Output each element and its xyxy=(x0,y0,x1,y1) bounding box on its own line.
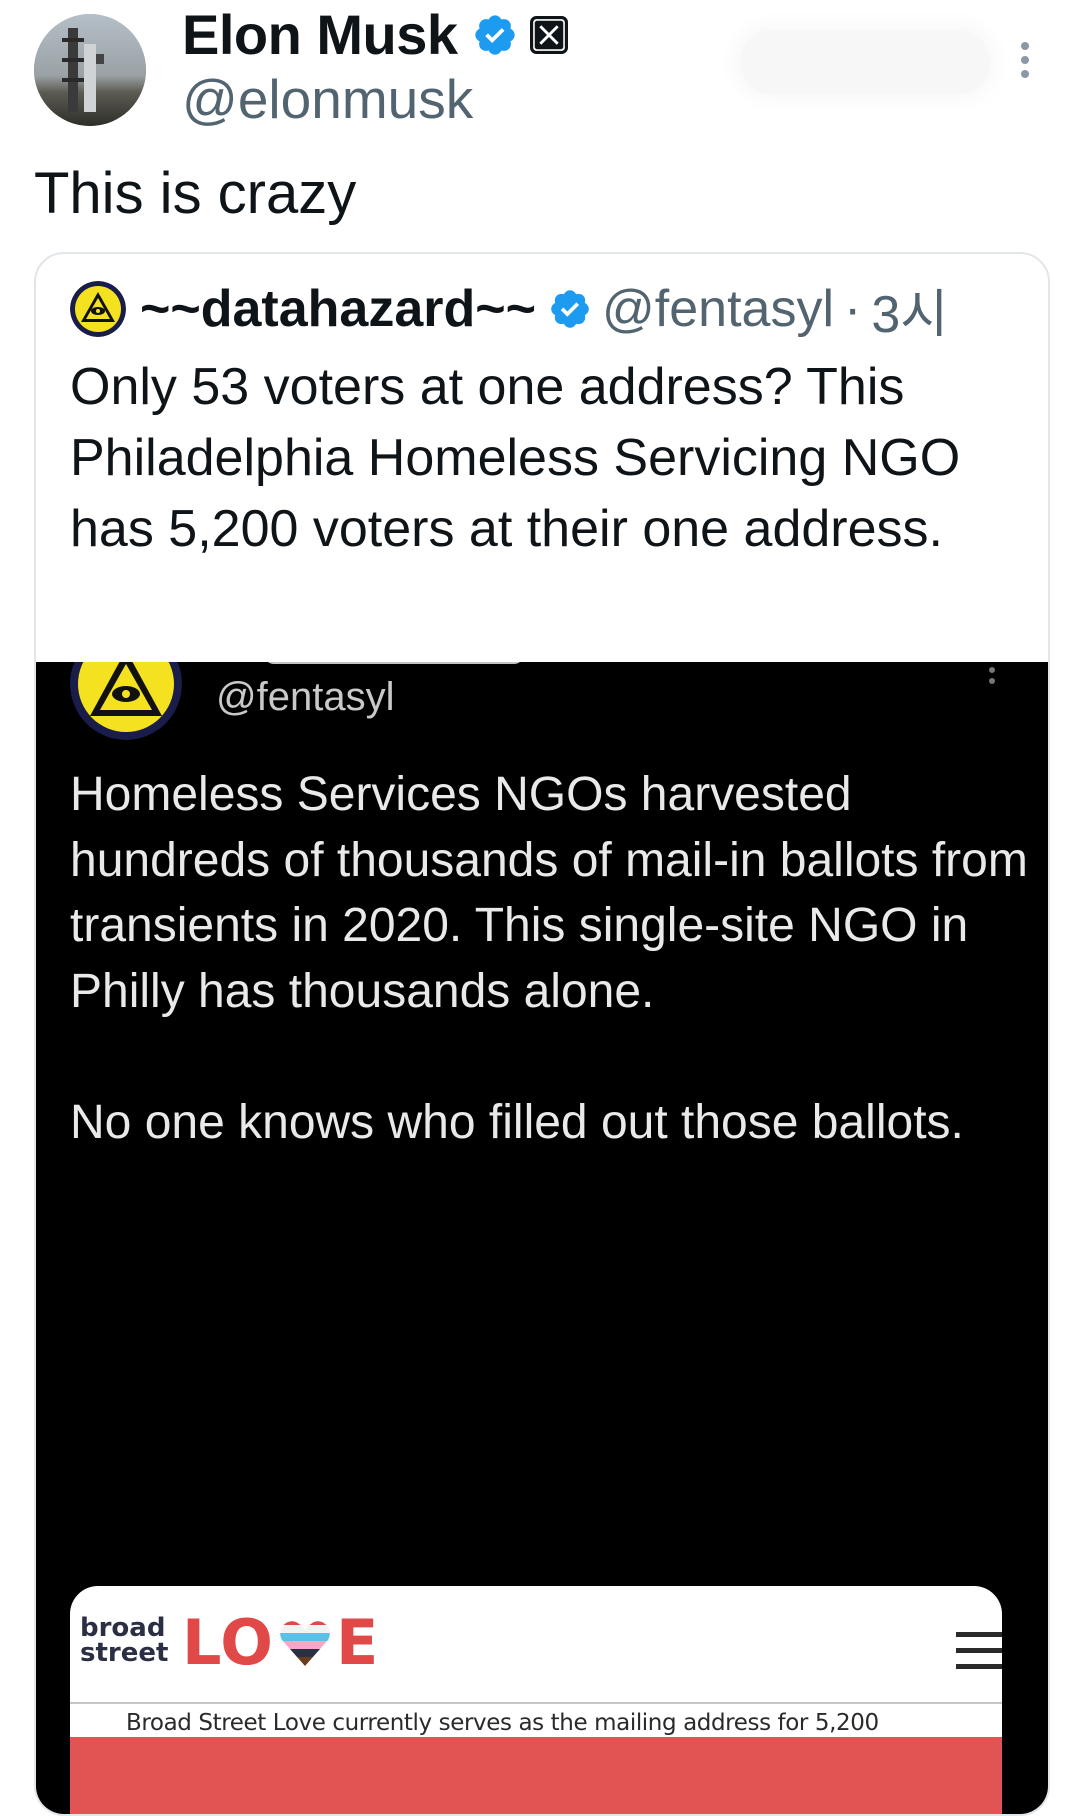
author-name-row[interactable]: Elon Musk xyxy=(182,2,568,68)
more-vertical-icon[interactable] xyxy=(1010,38,1040,82)
hamburger-menu-icon xyxy=(956,1632,1002,1669)
quote-timestamp[interactable]: 3시 xyxy=(871,272,948,347)
blurred-follow-button[interactable] xyxy=(740,30,990,94)
x-logo-icon xyxy=(529,16,568,54)
quote-media-image[interactable]: @fentasyl Homeless Services NGOs harvest… xyxy=(36,662,1048,1814)
verified-badge-icon xyxy=(551,290,589,328)
site-logo-line2: street xyxy=(80,1638,169,1668)
tweet-text: This is crazy xyxy=(34,161,357,226)
website-screenshot: broad street LO E Broad Street Love curr… xyxy=(70,1586,1002,1739)
quote-author-handle[interactable]: @fentasyl xyxy=(602,279,834,339)
site-logo-small-text: broad street xyxy=(80,1615,169,1668)
quote-author-name[interactable]: ~~datahazard~~ xyxy=(140,279,536,339)
site-logo-left: LO xyxy=(182,1606,275,1679)
site-logo: LO E xyxy=(182,1610,379,1676)
rainbow-heart-icon xyxy=(280,1621,330,1666)
author-avatar[interactable] xyxy=(34,14,146,126)
media-text: Homeless Services NGOs harvested hundred… xyxy=(70,768,1028,1149)
quote-header[interactable]: ~~datahazard~~ @fentasyl · 3시 xyxy=(70,276,948,344)
media-handle: @fentasyl xyxy=(216,675,395,719)
site-divider xyxy=(70,1702,1002,1704)
author-handle[interactable]: @elonmusk xyxy=(182,66,473,132)
quote-text: Only 53 voters at one address? This Phil… xyxy=(70,358,961,558)
quote-separator: · xyxy=(844,280,862,338)
site-logo-right: E xyxy=(336,1606,380,1679)
quoted-tweet-card[interactable]: ~~datahazard~~ @fentasyl · 3시 Only 53 vo… xyxy=(34,252,1050,1816)
media-avatar xyxy=(70,662,182,740)
cut-off-name xyxy=(264,662,524,664)
site-red-banner xyxy=(70,1737,1002,1814)
site-body-text: Broad Street Love currently serves as th… xyxy=(126,1710,879,1736)
verified-badge-icon xyxy=(474,15,515,55)
more-vertical-icon xyxy=(989,667,995,684)
quote-avatar[interactable] xyxy=(70,281,126,337)
author-name[interactable]: Elon Musk xyxy=(182,2,458,68)
